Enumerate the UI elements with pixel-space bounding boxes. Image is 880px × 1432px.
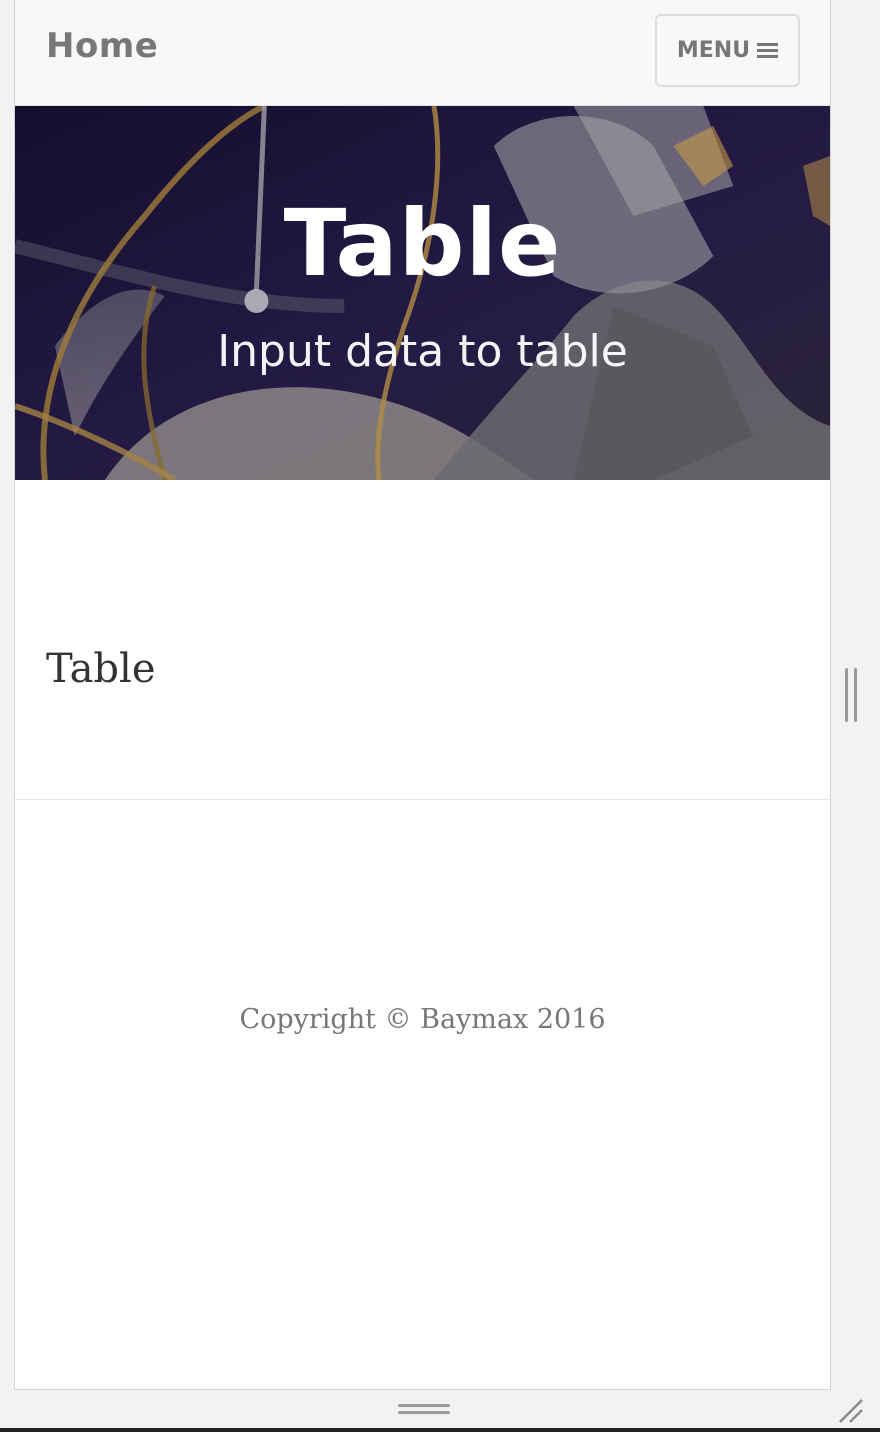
navbar: Home MENU: [15, 0, 830, 106]
browser-viewport: Home MENU Table Input data to table Tabl…: [14, 0, 831, 1390]
window-bottom-edge: [0, 1428, 880, 1432]
side-resize-handle[interactable]: [845, 668, 857, 722]
footer: Copyright © Baymax 2016: [15, 800, 830, 1380]
content-heading: Table: [46, 646, 156, 692]
hero-header: Table Input data to table: [15, 106, 830, 480]
bottom-resize-handle[interactable]: [398, 1404, 450, 1418]
home-brand-link[interactable]: Home: [46, 26, 158, 66]
hero-subtitle: Input data to table: [217, 326, 628, 377]
menu-label: MENU: [676, 38, 751, 63]
menu-button[interactable]: MENU: [655, 14, 800, 87]
hamburger-icon: [757, 40, 779, 61]
copyright-text: Copyright © Baymax 2016: [239, 1004, 606, 1035]
main-content: Table: [15, 480, 830, 800]
hero-title: Table: [283, 190, 562, 297]
resize-grip-icon[interactable]: [836, 1396, 866, 1426]
